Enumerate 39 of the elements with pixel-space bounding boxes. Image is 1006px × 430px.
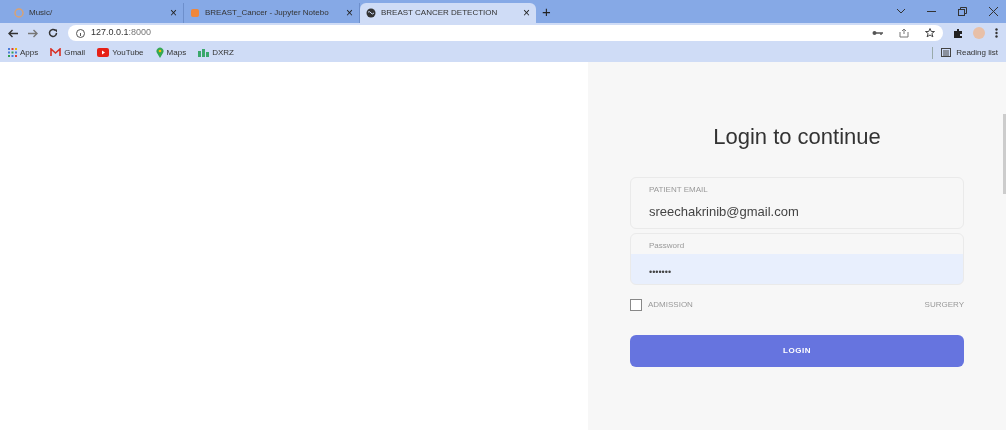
restore-icon[interactable] xyxy=(958,7,967,16)
loading-icon xyxy=(14,8,24,18)
star-icon[interactable] xyxy=(925,28,935,38)
apps-grid-icon xyxy=(8,48,17,57)
more-icon[interactable] xyxy=(995,28,998,38)
close-icon[interactable]: × xyxy=(346,7,353,19)
password-field[interactable]: Password ••••••• xyxy=(630,233,964,285)
url-text: 127.0.0.1:8000 xyxy=(91,26,152,40)
puzzle-icon[interactable] xyxy=(953,28,963,38)
notebook-icon xyxy=(190,8,200,18)
bookmark[interactable]: DXRZ xyxy=(198,46,234,59)
bookmark[interactable]: YouTube xyxy=(97,46,144,59)
address-bar[interactable]: 127.0.0.1:8000 xyxy=(68,25,943,41)
email-field[interactable]: PATIENT EMAIL sreechakrinib@gmail.com xyxy=(630,177,964,229)
login-title: Login to continue xyxy=(713,123,881,151)
bookmark[interactable]: Apps xyxy=(8,46,39,59)
bookmark[interactable]: Gmail xyxy=(50,46,86,59)
bookmark[interactable]: Maps xyxy=(155,46,187,59)
key-icon[interactable] xyxy=(872,30,883,36)
forward-icon[interactable] xyxy=(28,28,38,38)
minimize-icon[interactable] xyxy=(927,10,936,13)
browser-tab[interactable]: BREAST CANCER DETECTION × xyxy=(360,3,536,23)
reload-icon[interactable] xyxy=(48,28,58,38)
list-icon xyxy=(941,48,952,57)
share-icon[interactable] xyxy=(899,28,909,38)
login-button[interactable]: LOGIN xyxy=(630,335,964,368)
close-icon[interactable] xyxy=(989,7,998,16)
dropdown-icon[interactable] xyxy=(897,9,905,14)
reading-list-button[interactable]: Reading list xyxy=(932,46,998,59)
new-tab-button[interactable]: + xyxy=(542,4,551,19)
mail-icon xyxy=(50,48,62,57)
info-icon xyxy=(76,28,85,38)
map-pin-icon xyxy=(155,47,164,58)
bar-chart-icon xyxy=(198,48,210,57)
close-icon[interactable]: × xyxy=(170,7,177,19)
play-icon xyxy=(97,48,110,57)
close-icon[interactable]: × xyxy=(523,7,530,19)
back-icon[interactable] xyxy=(8,28,18,38)
globe-icon xyxy=(366,8,376,18)
